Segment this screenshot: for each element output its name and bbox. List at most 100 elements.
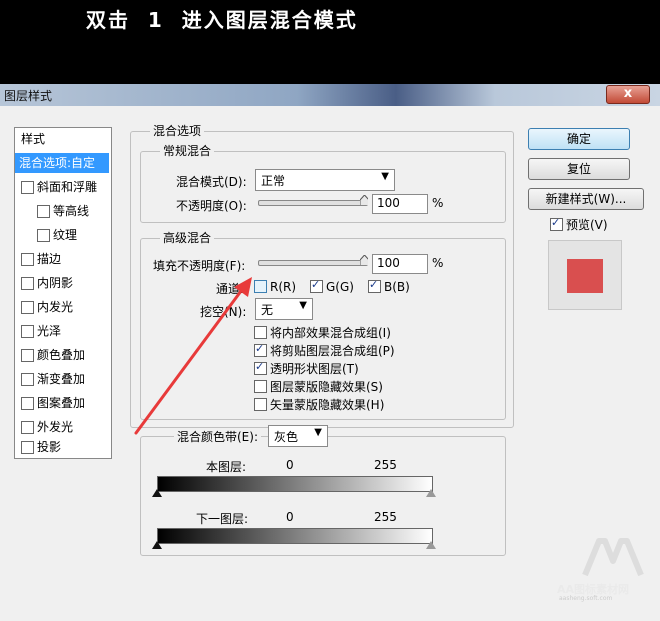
blend-mode-value: 正常 bbox=[261, 174, 286, 188]
style-item-label: 渐变叠加 bbox=[37, 372, 86, 386]
underlying-layer-label: 下一图层: bbox=[196, 512, 249, 526]
style-list: 样式 混合选项:自定 斜面和浮雕 等高线 纹理 描边 内阴影 内发光 光泽 颜色… bbox=[14, 127, 112, 459]
underlying-layer-max: 255 bbox=[374, 510, 397, 524]
underlying-layer-black-slider[interactable] bbox=[152, 541, 162, 549]
style-item-pattern-overlay[interactable]: 图案叠加 bbox=[15, 393, 109, 413]
fill-opacity-input[interactable]: 100 bbox=[372, 254, 428, 274]
knockout-select[interactable]: 无 ▼ bbox=[255, 298, 313, 320]
underlying-layer-min: 0 bbox=[286, 510, 294, 524]
contour-checkbox[interactable] bbox=[37, 205, 50, 218]
style-item-label: 内阴影 bbox=[37, 276, 74, 290]
knockout-value: 无 bbox=[261, 303, 274, 317]
color-overlay-checkbox[interactable] bbox=[21, 349, 34, 362]
style-item-label: 描边 bbox=[37, 252, 62, 266]
vector-mask-hides-label: 矢量蒙版隐藏效果(H) bbox=[270, 398, 385, 412]
style-item-gradient-overlay[interactable]: 渐变叠加 bbox=[15, 369, 109, 389]
inner-shadow-checkbox[interactable] bbox=[21, 277, 34, 290]
opacity-label: 不透明度(O): bbox=[176, 199, 247, 213]
stroke-checkbox[interactable] bbox=[21, 253, 34, 266]
this-layer-gradient bbox=[157, 476, 433, 492]
gradient-overlay-checkbox[interactable] bbox=[21, 373, 34, 386]
texture-checkbox[interactable] bbox=[37, 229, 50, 242]
banner-title: 双击 1 进入图层混合模式 bbox=[86, 8, 358, 32]
style-preview bbox=[548, 240, 622, 310]
blend-interior-label: 将内部效果混合成组(I) bbox=[270, 326, 391, 340]
opacity-slider-thumb[interactable] bbox=[360, 195, 368, 205]
channel-g-checkbox[interactable] bbox=[310, 278, 323, 293]
style-item-blend-options[interactable]: 混合选项:自定 bbox=[15, 153, 109, 173]
style-item-contour[interactable]: 等高线 bbox=[15, 201, 109, 221]
blend-clipped-label: 将剪贴图层混合成组(P) bbox=[270, 344, 395, 358]
chevron-down-icon: ▼ bbox=[314, 427, 322, 438]
window-title: 图层样式 bbox=[4, 89, 53, 103]
blend-if-select[interactable]: 灰色 ▼ bbox=[268, 425, 328, 447]
blend-mode-select[interactable]: 正常 ▼ bbox=[255, 169, 395, 191]
general-blending-legend: 常规混合 bbox=[160, 142, 215, 159]
new-style-button[interactable]: 新建样式(W)... bbox=[528, 188, 644, 210]
underlying-layer-gradient bbox=[157, 528, 433, 544]
style-item-color-overlay[interactable]: 颜色叠加 bbox=[15, 345, 109, 365]
outer-glow-checkbox[interactable] bbox=[21, 421, 34, 434]
channel-g-label: G(G) bbox=[326, 280, 354, 294]
this-layer-white-slider[interactable] bbox=[426, 489, 436, 497]
underlying-layer-white-slider[interactable] bbox=[426, 541, 436, 549]
window-titlebar: 图层样式 bbox=[0, 84, 660, 106]
bevel-checkbox[interactable] bbox=[21, 181, 34, 194]
style-item-bevel[interactable]: 斜面和浮雕 bbox=[15, 177, 109, 197]
chevron-down-icon: ▼ bbox=[299, 300, 307, 311]
style-item-inner-shadow[interactable]: 内阴影 bbox=[15, 273, 109, 293]
style-item-inner-glow[interactable]: 内发光 bbox=[15, 297, 109, 317]
style-list-header[interactable]: 样式 bbox=[21, 130, 45, 147]
blend-options-legend: 混合选项 bbox=[150, 122, 205, 139]
style-item-label: 光泽 bbox=[37, 324, 62, 338]
this-layer-black-slider[interactable] bbox=[152, 489, 162, 497]
advanced-blending-legend: 高级混合 bbox=[160, 229, 215, 246]
style-item-label: 纹理 bbox=[53, 228, 78, 242]
this-layer-max: 255 bbox=[374, 458, 397, 472]
fill-opacity-unit: % bbox=[432, 256, 444, 270]
watermark-subtext: aasheng.soft.com bbox=[559, 595, 613, 602]
channel-b-label: B(B) bbox=[384, 280, 410, 294]
satin-checkbox[interactable] bbox=[21, 325, 34, 338]
annotation-arrow bbox=[134, 277, 252, 435]
style-item-satin[interactable]: 光泽 bbox=[15, 321, 109, 341]
style-item-label: 等高线 bbox=[53, 204, 90, 218]
style-item-stroke[interactable]: 描边 bbox=[15, 249, 109, 269]
fill-opacity-label: 填充不透明度(F): bbox=[153, 259, 246, 273]
channel-b-checkbox[interactable] bbox=[368, 278, 381, 293]
style-item-label: 颜色叠加 bbox=[37, 348, 86, 362]
pattern-overlay-checkbox[interactable] bbox=[21, 397, 34, 410]
chevron-down-icon: ▼ bbox=[381, 171, 389, 182]
blend-mode-label: 混合模式(D): bbox=[176, 175, 247, 189]
this-layer-min: 0 bbox=[286, 458, 294, 472]
fill-opacity-slider-thumb[interactable] bbox=[360, 255, 368, 265]
watermark-icon bbox=[582, 538, 644, 577]
tutorial-banner: 双击 1 进入图层混合模式 bbox=[0, 0, 660, 84]
preview-label: 预览(V) bbox=[566, 218, 608, 232]
style-item-label: 投影 bbox=[37, 440, 62, 454]
close-button[interactable]: x bbox=[606, 85, 650, 104]
reset-button[interactable]: 复位 bbox=[528, 158, 630, 180]
inner-glow-checkbox[interactable] bbox=[21, 301, 34, 314]
style-item-outer-glow[interactable]: 外发光 bbox=[15, 417, 109, 437]
style-item-drop-shadow[interactable]: 投影 bbox=[15, 437, 109, 457]
ok-button[interactable]: 确定 bbox=[528, 128, 630, 150]
preview-swatch bbox=[567, 259, 603, 293]
style-item-label: 内发光 bbox=[37, 300, 74, 314]
preview-checkbox[interactable] bbox=[550, 216, 563, 231]
transparency-shapes-label: 透明形状图层(T) bbox=[270, 362, 359, 376]
style-item-label: 图案叠加 bbox=[37, 396, 86, 410]
opacity-slider[interactable] bbox=[258, 200, 368, 206]
style-item-label: 斜面和浮雕 bbox=[37, 180, 98, 194]
fill-opacity-slider[interactable] bbox=[258, 260, 368, 266]
opacity-unit: % bbox=[432, 196, 444, 210]
style-item-texture[interactable]: 纹理 bbox=[15, 225, 109, 245]
opacity-input[interactable]: 100 bbox=[372, 194, 428, 214]
this-layer-label: 本图层: bbox=[206, 460, 247, 474]
layer-mask-hides-label: 图层蒙版隐藏效果(S) bbox=[270, 380, 383, 394]
style-item-label: 外发光 bbox=[37, 420, 74, 434]
watermark-logo: AA图标素材网 aasheng.soft.com bbox=[555, 535, 655, 602]
style-item-label: 混合选项:自定 bbox=[19, 156, 96, 170]
drop-shadow-checkbox[interactable] bbox=[21, 441, 34, 454]
blend-if-value: 灰色 bbox=[274, 430, 299, 444]
